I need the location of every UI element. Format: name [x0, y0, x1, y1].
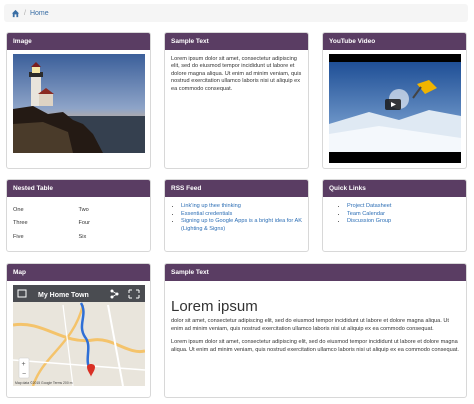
- table-cell: Two: [78, 207, 89, 213]
- table-cell: One: [13, 207, 24, 213]
- list-item: Essential credentials: [181, 211, 302, 219]
- panel-title: Nested Table: [7, 180, 150, 197]
- list-item: Link'ing up thee thinking: [181, 203, 302, 211]
- rss-link[interactable]: Link'ing up thee thinking: [181, 203, 241, 209]
- quick-link[interactable]: Project Datasheet: [347, 203, 391, 209]
- map-panel: Map My Home Town + − Map data ©2015 Goog…: [6, 263, 151, 398]
- panel-title: YouTube Video: [323, 33, 466, 50]
- panel-title: Map: [7, 264, 150, 281]
- sample-text-panel-2: Sample Text Lorem ipsum dolor sit amet, …: [164, 263, 467, 398]
- table-cell: Three: [13, 220, 28, 227]
- zoom-in-button: +: [21, 361, 25, 368]
- table-row: One Two: [13, 204, 144, 217]
- breadcrumb-separator: /: [24, 9, 26, 17]
- rss-list: Link'ing up thee thinking Essential cred…: [171, 203, 302, 233]
- table-cell: Six: [78, 233, 87, 240]
- google-map[interactable]: My Home Town + − Map data ©2015 Google T…: [12, 285, 145, 386]
- rss-link[interactable]: Essential credentials: [181, 211, 232, 217]
- panel-title: Image: [7, 33, 150, 50]
- lighthouse-photo: [12, 54, 145, 153]
- nested-table-panel: Nested Table One Two Three Four Five Six: [6, 179, 151, 252]
- table-row: Three Four: [13, 217, 144, 230]
- list-item: Project Datasheet: [347, 203, 460, 211]
- map-attribution: Map data ©2015 Google Terms 200 m: [15, 381, 73, 385]
- list-item: Team Calendar: [347, 211, 460, 219]
- quick-links-list: Project Datasheet Team Calendar Discussi…: [329, 203, 460, 226]
- image-panel: Image: [6, 32, 151, 169]
- quick-link[interactable]: Team Calendar: [347, 211, 385, 217]
- list-item: Discussion Group: [347, 218, 460, 226]
- sample-text-panel: Sample Text Lorem ipsum dolor sit amet, …: [164, 32, 309, 169]
- sample-text-body: Lorem ipsum dolor sit amet, consectetur …: [171, 56, 302, 92]
- youtube-panel: YouTube Video: [322, 32, 467, 169]
- quick-links-panel: Quick Links Project Datasheet Team Calen…: [322, 179, 467, 252]
- quick-link[interactable]: Discussion Group: [347, 218, 391, 224]
- table-cell: Four: [78, 220, 91, 227]
- breadcrumb-home-link[interactable]: Home: [30, 10, 49, 17]
- panel-title: RSS Feed: [165, 180, 308, 197]
- nested-table: One Two Three Four Five Six: [13, 204, 144, 244]
- zoom-out-button: −: [22, 371, 26, 378]
- content-paragraph: Lorem ipsum dolor sit amet, consectetur …: [171, 339, 459, 353]
- panel-title: Sample Text: [165, 264, 466, 281]
- list-item: Signing up to Google Apps is a bright id…: [181, 218, 302, 233]
- rss-feed-panel: RSS Feed Link'ing up thee thinking Essen…: [164, 179, 309, 252]
- panel-title: Quick Links: [323, 180, 466, 197]
- table-cell: Five: [13, 233, 24, 240]
- youtube-video-player[interactable]: [328, 54, 461, 163]
- map-title: My Home Town: [38, 292, 89, 299]
- rss-link[interactable]: Signing up to Google Apps is a bright id…: [181, 218, 302, 232]
- table-row: Five Six: [13, 231, 144, 244]
- panel-title: Sample Text: [165, 33, 308, 50]
- content-paragraph: dolor sit amet, consectetur adipiscing e…: [171, 318, 449, 332]
- home-icon[interactable]: [11, 9, 20, 18]
- breadcrumb: / Home: [4, 4, 468, 22]
- content-heading: Lorem ipsum: [171, 298, 258, 315]
